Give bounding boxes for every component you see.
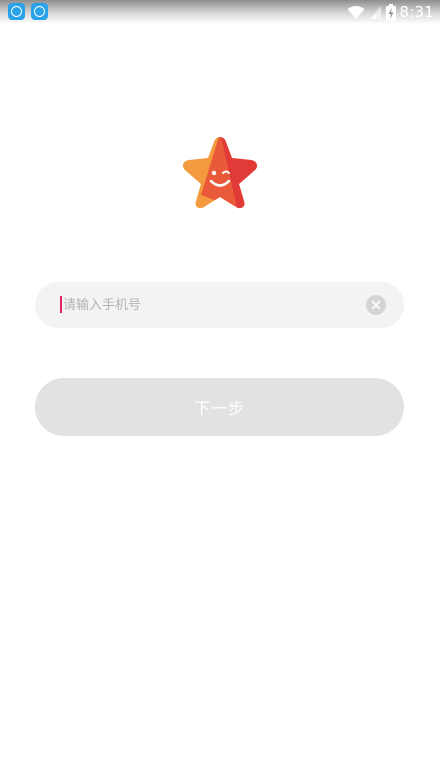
next-step-button[interactable]: 下一步 [35, 378, 404, 436]
text-caret [60, 296, 62, 313]
next-step-label: 下一步 [193, 399, 245, 418]
signal-icon [369, 5, 381, 19]
smiling-star-logo-icon [182, 137, 258, 209]
clear-icon [371, 300, 381, 310]
phone-input[interactable] [63, 282, 363, 328]
status-time: 8:31 [399, 3, 434, 21]
login-screen: 8:31 下一步 [0, 0, 440, 783]
clear-button[interactable] [366, 295, 386, 315]
battery-charging-icon [385, 3, 396, 21]
wifi-icon [347, 5, 365, 19]
system-tray: 8:31 [347, 2, 434, 22]
phone-field [35, 282, 404, 328]
notification-area [8, 3, 48, 20]
app-notification-icon [8, 3, 25, 20]
app-notification-icon [31, 3, 48, 20]
status-bar: 8:31 [0, 0, 440, 24]
